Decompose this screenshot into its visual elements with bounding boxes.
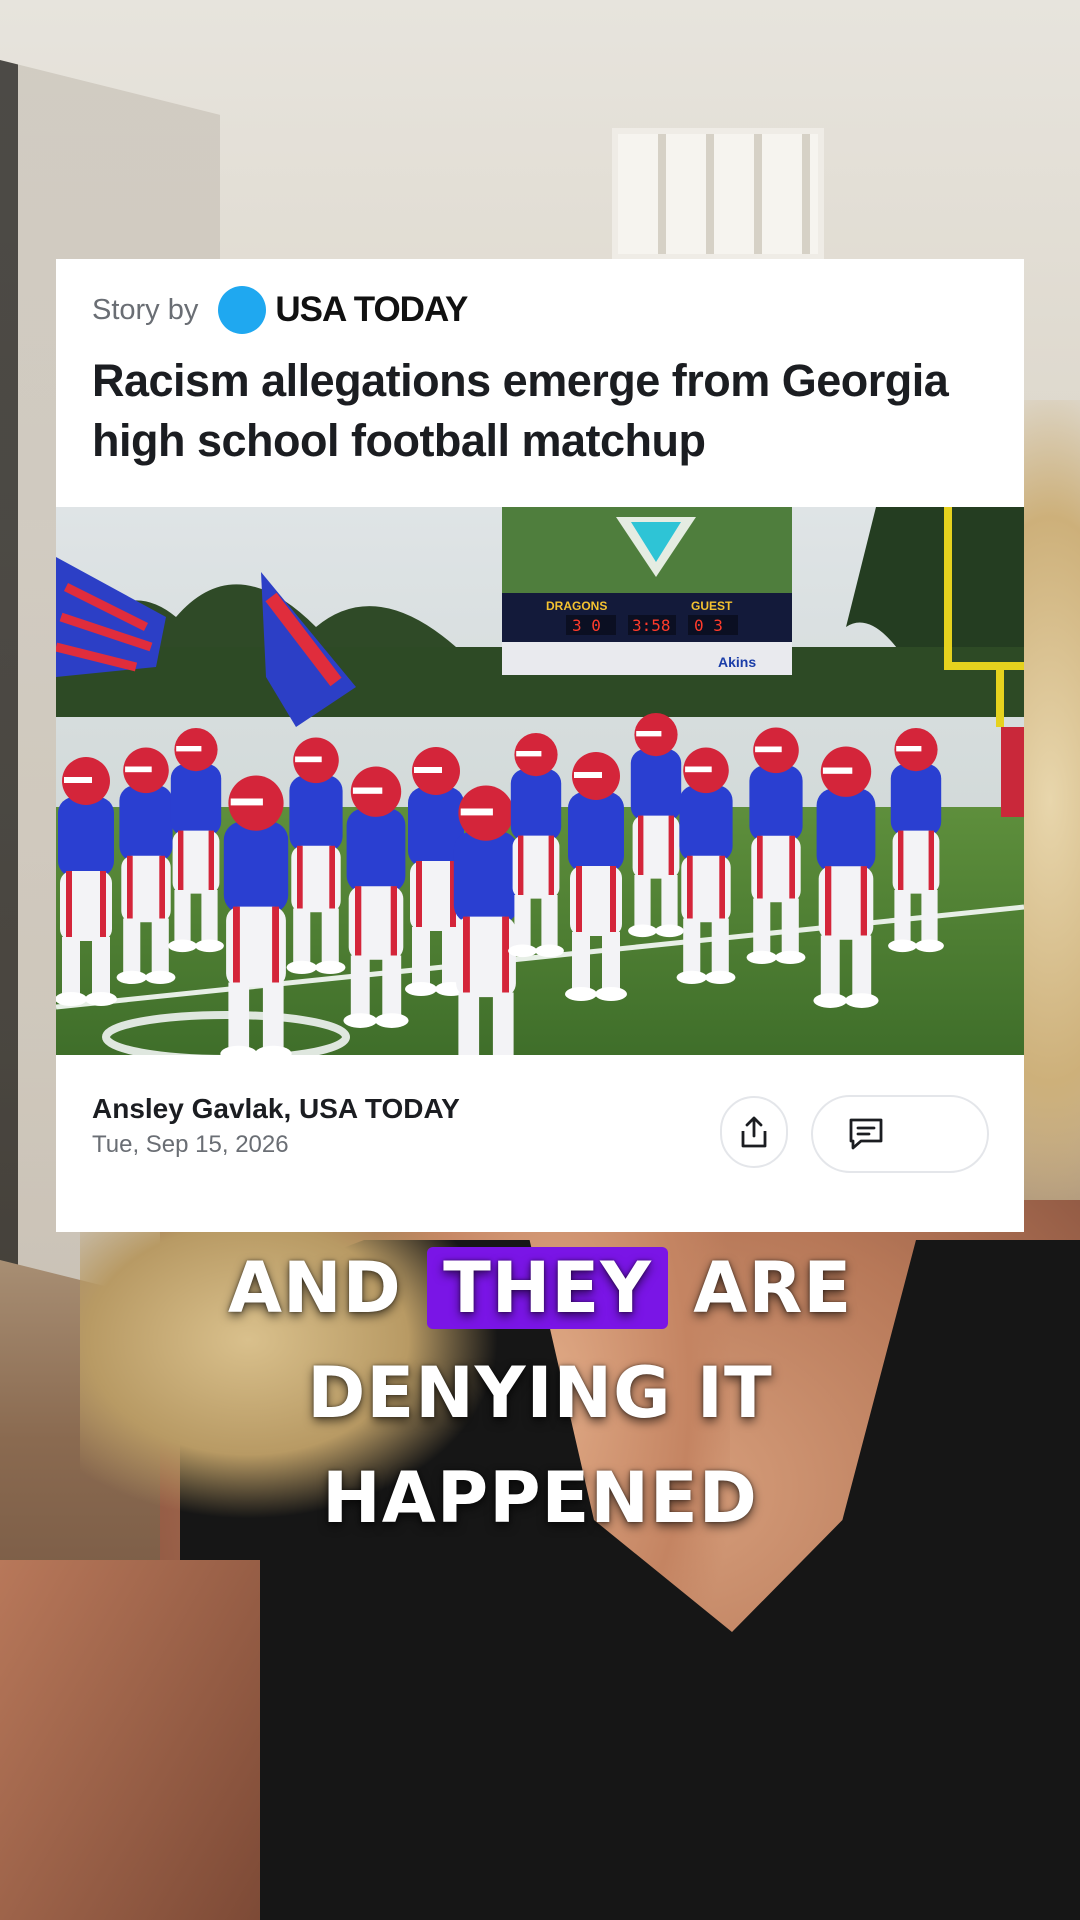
share-icon bbox=[741, 1116, 767, 1148]
scoreboard-home-label: DRAGONS bbox=[546, 599, 607, 613]
scoreboard-sponsor: Akins bbox=[718, 654, 756, 670]
caption-highlighted-word: THEY bbox=[427, 1247, 668, 1329]
story-by-label: Story by bbox=[92, 293, 199, 326]
scoreboard-guest-label: GUEST bbox=[691, 599, 733, 613]
usa-today-logo-icon bbox=[218, 286, 267, 334]
story-source-row: Story by USA TODAY bbox=[92, 277, 468, 343]
article-author: Ansley Gavlak, USA TODAY bbox=[92, 1093, 460, 1124]
scoreboard-clock: 3:58 bbox=[632, 616, 671, 635]
caption-line-2: DENYING IT bbox=[307, 1352, 773, 1434]
stadium-scoreboard: DRAGONS GUEST 3 0 3:58 0 3 Akins bbox=[502, 507, 792, 675]
article-date: Tue, Sep 15, 2026 bbox=[92, 1131, 289, 1158]
article-headline[interactable]: Racism allegations emerge from Georgia h… bbox=[92, 351, 1012, 471]
wall-vent bbox=[612, 128, 824, 260]
scoreboard-home-score: 3 0 bbox=[572, 616, 601, 635]
caption-line-1: AND THEY ARE bbox=[0, 1236, 1080, 1341]
share-button[interactable] bbox=[720, 1096, 788, 1168]
comments-button[interactable] bbox=[811, 1095, 989, 1173]
article-byline: Ansley Gavlak, USA TODAY Tue, Sep 15, 20… bbox=[92, 1093, 460, 1159]
creator-arm bbox=[0, 1560, 260, 1920]
caption-word: AND bbox=[227, 1247, 402, 1329]
publisher-name: USA TODAY bbox=[275, 290, 468, 329]
caption-line-3: HAPPENED bbox=[322, 1457, 758, 1539]
comment-icon bbox=[849, 1118, 883, 1150]
scoreboard-guest-score: 0 3 bbox=[694, 616, 723, 635]
article-photo[interactable]: DRAGONS GUEST 3 0 3:58 0 3 Akins bbox=[56, 507, 1024, 1055]
article-card[interactable]: Story by USA TODAY Racism allegations em… bbox=[56, 259, 1024, 1232]
football-team-photo: DRAGONS GUEST 3 0 3:58 0 3 Akins bbox=[56, 507, 1024, 1055]
caption-word: ARE bbox=[693, 1247, 853, 1329]
video-captions: AND THEY ARE DENYING IT HAPPENED bbox=[0, 1236, 1080, 1551]
